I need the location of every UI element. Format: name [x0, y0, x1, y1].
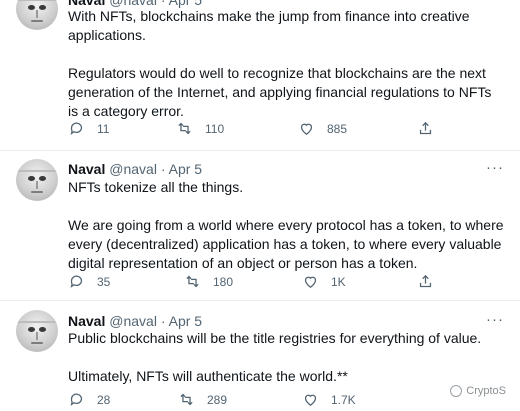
- tweet-actions: 28 289 1.7K: [68, 391, 448, 411]
- like-button[interactable]: 885: [298, 120, 347, 137]
- author-name[interactable]: Naval: [68, 313, 105, 329]
- more-button[interactable]: ···: [486, 311, 504, 328]
- author-handle[interactable]: @naval: [109, 161, 157, 177]
- watermark: CryptoS: [450, 385, 506, 397]
- share-icon: [419, 274, 432, 288]
- reply-button[interactable]: 11: [68, 120, 109, 137]
- retweet-count: 180: [213, 274, 234, 289]
- more-button[interactable]: ···: [486, 159, 504, 176]
- reply-count: 11: [97, 121, 110, 136]
- author-name[interactable]: Naval: [68, 161, 105, 177]
- tweet-paragraph: NFTs tokenize all the things.: [68, 179, 244, 195]
- reply-icon: [70, 275, 83, 288]
- retweet-count: 110: [205, 121, 225, 136]
- tweet-1[interactable]: Naval @naval · Apr 5 With NFTs, blockcha…: [0, 0, 520, 150]
- retweet-icon: [178, 122, 191, 135]
- share-button[interactable]: [417, 273, 434, 290]
- share-icon: [419, 121, 432, 135]
- like-count: 1K: [331, 274, 346, 289]
- avatar[interactable]: [16, 310, 58, 352]
- avatar[interactable]: [16, 159, 58, 201]
- wechat-icon: [450, 385, 463, 397]
- tweet-text: Public blockchains will be the title reg…: [68, 329, 504, 386]
- like-count: 885: [327, 121, 348, 136]
- retweet-icon: [186, 275, 199, 288]
- author-handle[interactable]: @naval: [109, 313, 157, 329]
- tweet-header: Naval @naval · Apr 5: [68, 160, 202, 178]
- watermark-text: CryptoS: [466, 385, 506, 397]
- tweet-2[interactable]: Naval @naval · Apr 5 ··· NFTs tokenize a…: [0, 151, 520, 300]
- share-button[interactable]: [417, 120, 434, 137]
- separator: ·: [160, 313, 166, 329]
- separator: ·: [160, 161, 166, 177]
- tweet-paragraph: Public blockchains will be the title reg…: [68, 330, 482, 346]
- tweet-date[interactable]: Apr 5: [169, 161, 202, 177]
- reply-icon: [70, 122, 83, 135]
- reply-button[interactable]: 35: [68, 273, 110, 290]
- like-icon: [304, 276, 317, 288]
- tweet-actions: 35 180 1K: [68, 273, 448, 293]
- tweet-actions: 11 110 885: [68, 120, 448, 140]
- tweet-text: With NFTs, blockchains make the jump fro…: [68, 7, 504, 121]
- retweet-button[interactable]: 110: [176, 120, 224, 137]
- like-button[interactable]: 1K: [302, 273, 346, 290]
- avatar[interactable]: [16, 0, 58, 30]
- tweet-header: Naval @naval · Apr 5: [68, 312, 202, 330]
- retweet-button[interactable]: 180: [184, 273, 233, 290]
- tweet-paragraph: Ultimately, NFTs will authenticate the w…: [68, 368, 348, 384]
- tweet-paragraph: Regulators would do well to recognize th…: [68, 65, 492, 119]
- like-icon: [300, 123, 313, 135]
- reply-count: 35: [97, 274, 111, 289]
- tweet-text: NFTs tokenize all the things. We are goi…: [68, 178, 504, 273]
- tweet-paragraph: With NFTs, blockchains make the jump fro…: [68, 8, 470, 43]
- tweet-3[interactable]: Naval @naval · Apr 5 ··· Public blockcha…: [0, 301, 520, 407]
- tweet-date[interactable]: Apr 5: [169, 313, 202, 329]
- tweet-paragraph: We are going from a world where every pr…: [68, 217, 504, 271]
